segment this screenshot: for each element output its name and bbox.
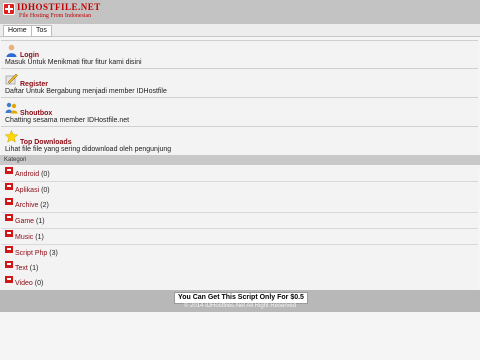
folder-icon xyxy=(5,214,13,221)
category-count: (3) xyxy=(49,250,58,257)
folder-icon xyxy=(5,276,13,283)
red-plus-badge-icon xyxy=(3,3,15,15)
feature-title-register[interactable]: Register xyxy=(20,81,48,88)
site-tagline: File Hosting From Indonesian xyxy=(19,13,92,19)
category-label[interactable]: Text xyxy=(15,265,28,272)
site-footer: You Can Get This Script Only For $0.5 © … xyxy=(0,290,480,312)
category-label[interactable]: Video xyxy=(15,280,33,287)
category-label[interactable]: Music xyxy=(15,234,33,241)
register-pencil-icon xyxy=(5,73,18,85)
category-label[interactable]: Game xyxy=(15,218,34,225)
feature-top-downloads[interactable]: Top Downloads Lihat file file yang serin… xyxy=(1,126,478,156)
category-label[interactable]: Archive xyxy=(15,202,38,209)
category-count: (1) xyxy=(29,265,39,272)
category-count: (0) xyxy=(41,171,50,178)
folder-icon xyxy=(5,198,13,205)
feature-login[interactable]: Login Masuk Untuk Menikmati fitur fitur … xyxy=(1,40,478,69)
tab-tos[interactable]: Tos xyxy=(31,25,52,37)
feature-shoutbox[interactable]: Shoutbox Chatting sesama member IDHostfi… xyxy=(1,97,478,127)
category-item[interactable]: Text (1) xyxy=(1,260,478,276)
feature-title-shoutbox[interactable]: Shoutbox xyxy=(20,110,52,117)
category-item[interactable]: Aplikasi (0) xyxy=(1,182,478,198)
feature-desc-top-downloads: Lihat file file yang sering didownload o… xyxy=(5,146,172,153)
tab-home[interactable]: Home xyxy=(3,25,32,37)
user-icon xyxy=(6,44,17,57)
category-item[interactable]: Video (0) xyxy=(1,275,478,291)
folder-icon xyxy=(5,183,13,190)
category-count: (0) xyxy=(34,280,44,287)
folder-icon xyxy=(5,261,13,268)
star-icon xyxy=(5,130,18,143)
nav-bar: Home Tos xyxy=(0,24,480,37)
chat-users-icon xyxy=(5,102,18,114)
folder-icon xyxy=(5,246,13,253)
folder-icon xyxy=(5,230,13,237)
folder-icon xyxy=(5,167,13,174)
category-item[interactable]: Android (0) xyxy=(1,166,478,182)
category-heading: Kategori xyxy=(0,155,480,165)
category-item[interactable]: Game (1) xyxy=(1,213,478,229)
feature-desc-register: Daftar Untuk Bergabung menjadi member ID… xyxy=(5,88,167,95)
category-count: (2) xyxy=(40,202,49,209)
category-item[interactable]: Music (1) xyxy=(1,229,478,245)
category-count: (0) xyxy=(41,187,50,194)
feature-register[interactable]: Register Daftar Untuk Bergabung menjadi … xyxy=(1,68,478,98)
feature-title-login[interactable]: Login xyxy=(20,52,39,59)
site-header: IDHOSTFILE.NET File Hosting From Indones… xyxy=(0,0,480,24)
feature-desc-shoutbox: Chatting sesama member IDHostfile.net xyxy=(5,117,130,124)
category-item[interactable]: Script Php (3) xyxy=(1,245,478,261)
category-label[interactable]: Script Php xyxy=(15,250,47,257)
copyright-text: © 2014 IDHostfiles.Net All Right Reserve… xyxy=(183,303,297,309)
category-item[interactable]: Archive (2) xyxy=(1,197,478,213)
category-label[interactable]: Aplikasi xyxy=(15,187,39,194)
category-count: (1) xyxy=(36,218,45,225)
category-count: (1) xyxy=(35,234,44,241)
feature-desc-login: Masuk Untuk Menikmati fitur fitur kami d… xyxy=(5,59,142,66)
site-brand[interactable]: IDHOSTFILE.NET xyxy=(17,2,101,12)
feature-title-top-downloads[interactable]: Top Downloads xyxy=(20,139,72,146)
category-label[interactable]: Android xyxy=(15,171,39,178)
